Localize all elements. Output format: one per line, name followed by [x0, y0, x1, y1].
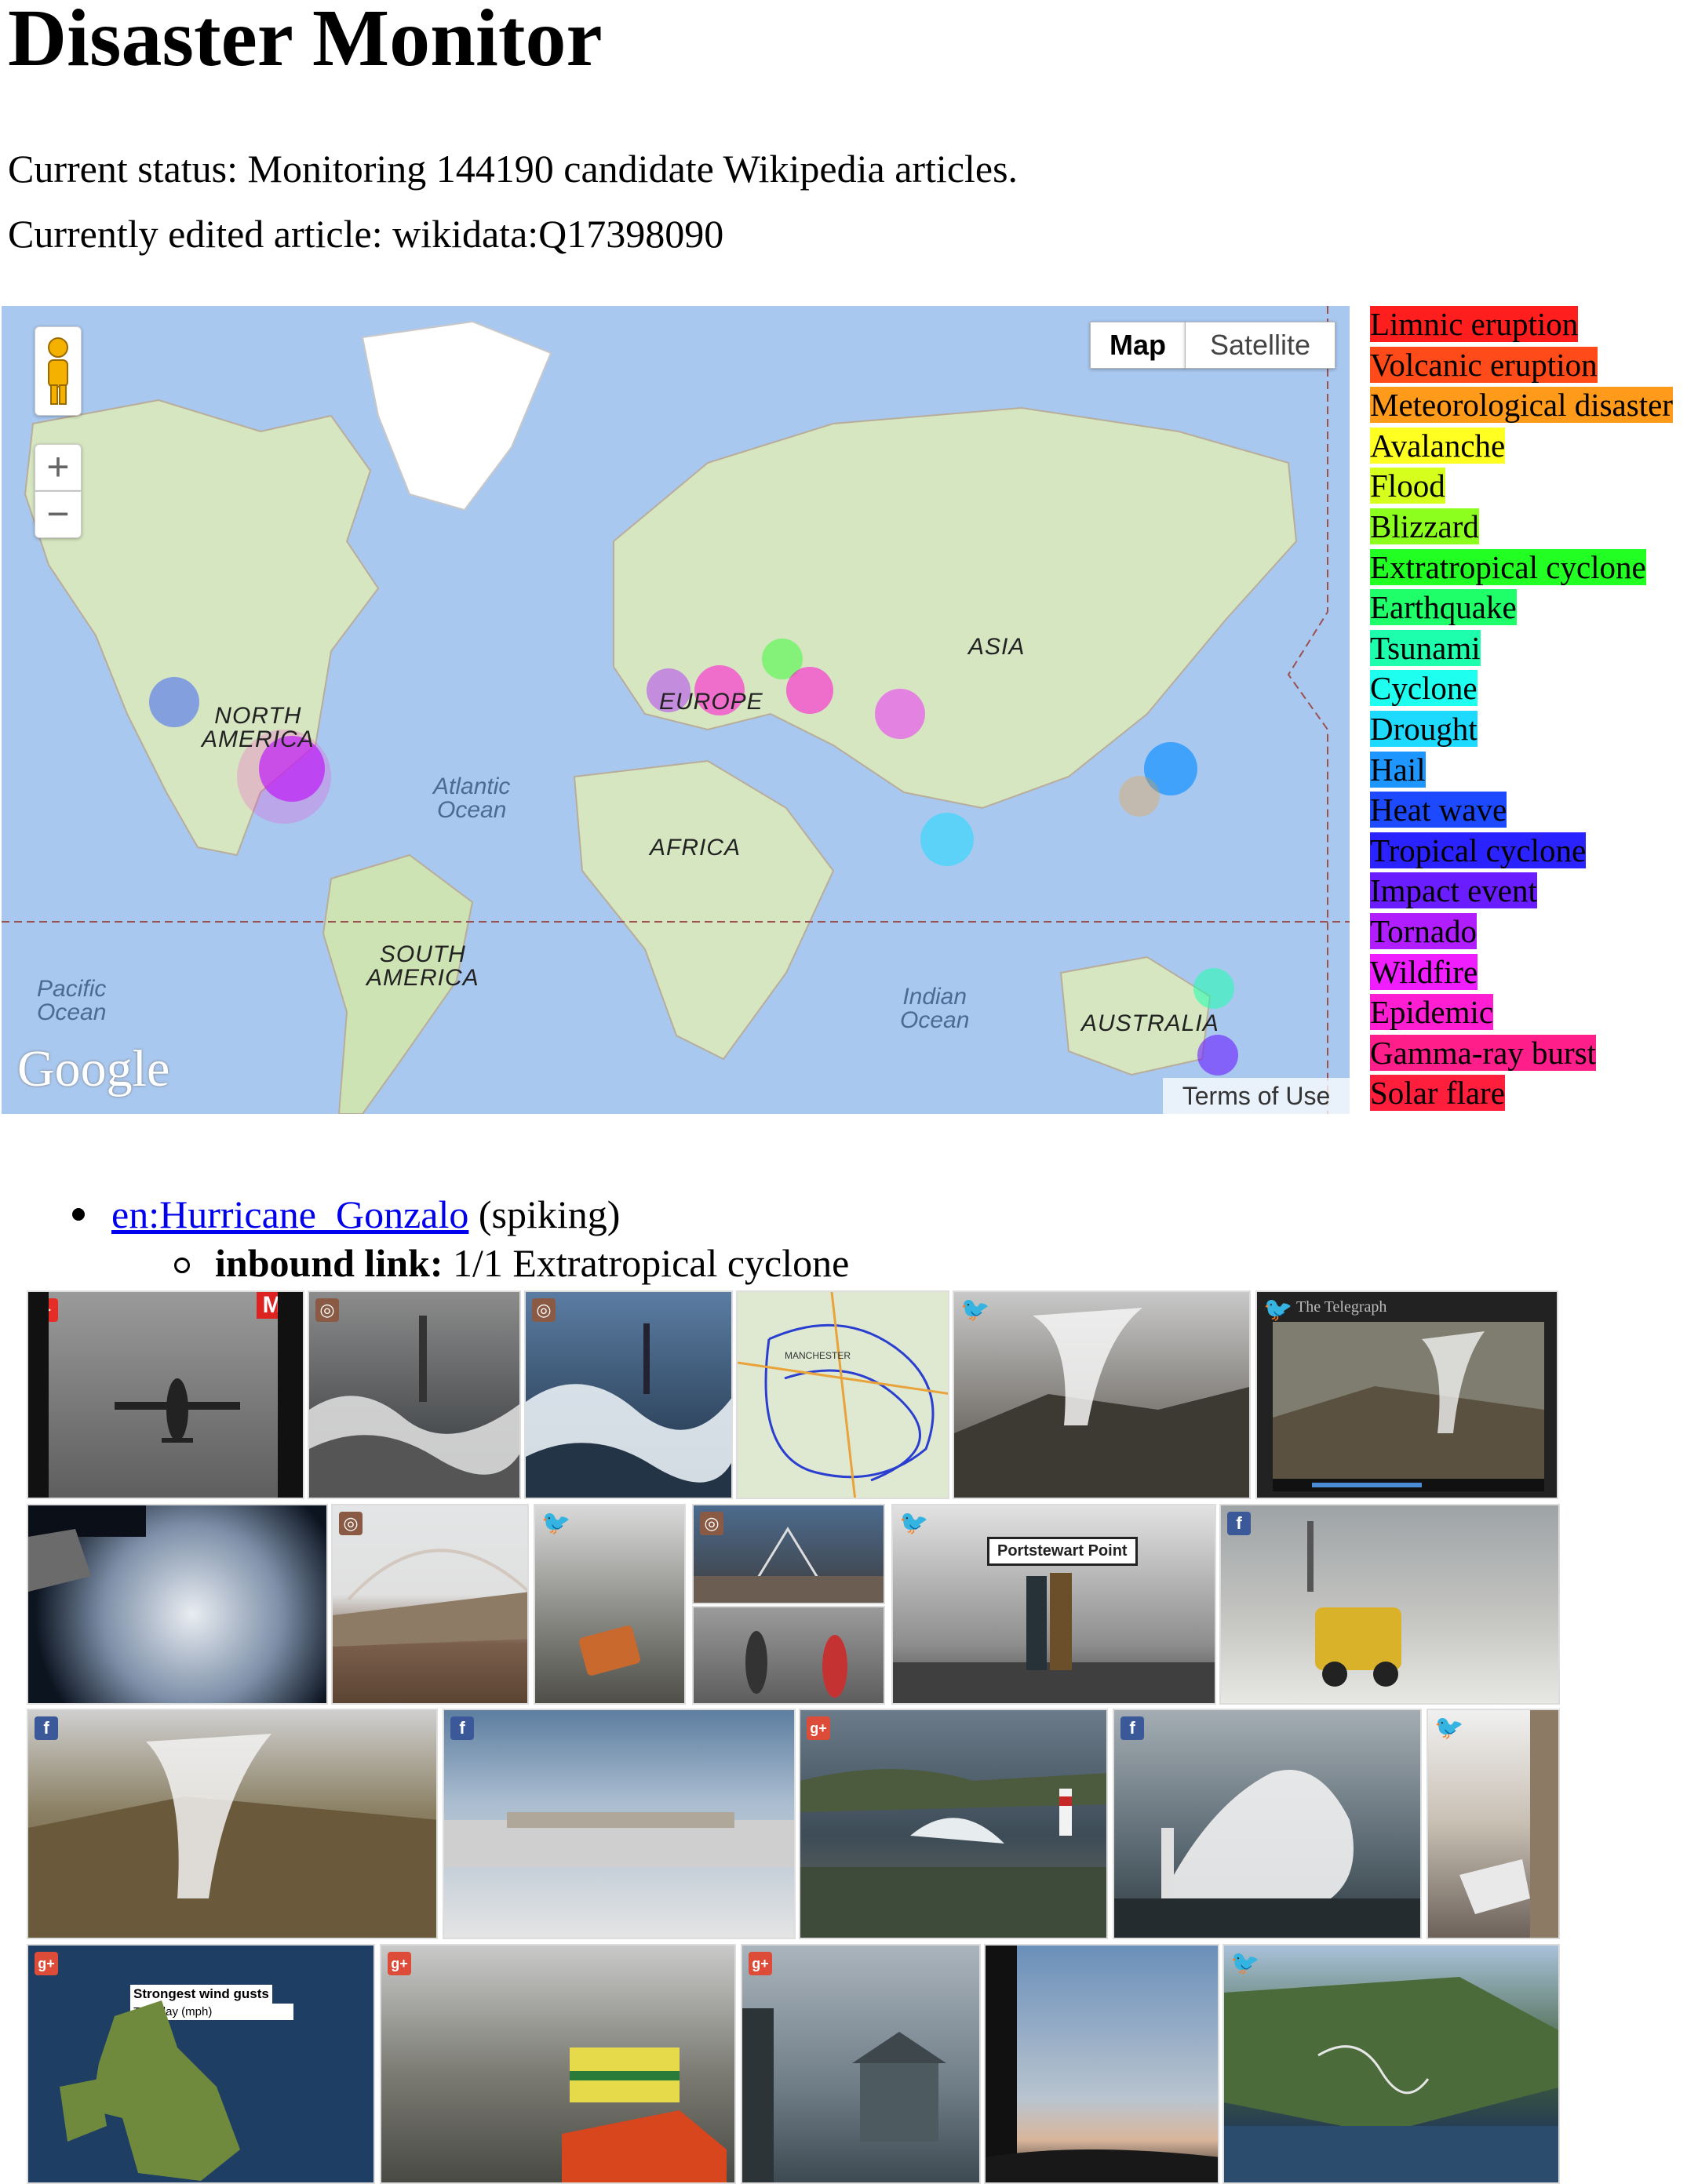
sublist-bullet	[174, 1258, 190, 1273]
legend-item: Gamma-ray burst	[1370, 1034, 1597, 1071]
label-europe: EUROPE	[659, 689, 763, 715]
legend-item: Limnic eruption	[1370, 306, 1579, 342]
world-map[interactable]: + − Map Satellite NORTH AMERICA SOUTH AM…	[2, 306, 1350, 1114]
label-africa: AFRICA	[650, 835, 742, 861]
legend-item: Solar flare	[1370, 1075, 1505, 1112]
legend-item: Drought	[1370, 711, 1478, 747]
legend-item: Wildfire	[1370, 953, 1478, 990]
media-thumbnail-evening-sky[interactable]: ◎	[984, 1944, 1219, 2184]
media-thumbnail-wind-gust-map[interactable]: g+ Strongest wind gusts Tuesday (mph)	[27, 1944, 375, 2184]
street-view-pegman-icon[interactable]	[35, 326, 82, 416]
legend-item: Epidemic	[1370, 994, 1494, 1031]
edited-article-line: Currently edited article: wikidata:Q1739…	[8, 212, 724, 256]
media-thumbnail-coastal-aerial[interactable]: 🐦	[1222, 1944, 1560, 2184]
media-thumbnail-hurricane-from-space[interactable]: f	[27, 1504, 328, 1705]
inbound-label: inbound link:	[215, 1241, 443, 1285]
terms-of-use-link[interactable]: Terms of Use	[1163, 1078, 1350, 1114]
media-thumbnail-waves-tower-2[interactable]: ◎	[524, 1290, 733, 1499]
media-thumbnail-people-in-wind[interactable]	[692, 1606, 885, 1705]
label-australia: AUSTRALIA	[1081, 1010, 1219, 1036]
status-line: Current status: Monitoring 144190 candid…	[8, 147, 1018, 191]
media-thumbnail-telegraph-video[interactable]: 🐦 The Telegraph	[1255, 1290, 1558, 1499]
media-thumbnail-harbour-lighthouse[interactable]: g+	[799, 1709, 1108, 1939]
google-logo: Google	[17, 1040, 170, 1097]
svg-text:MANCHESTER: MANCHESTER	[785, 1350, 851, 1361]
article-state: (spiking)	[468, 1192, 621, 1236]
legend-item: Earthquake	[1370, 589, 1517, 626]
label-indian-ocean: Indian Ocean	[900, 984, 970, 1033]
media-thumbnail-garden-chairs[interactable]: 🐦	[1427, 1709, 1560, 1939]
legend-item: Tsunami	[1370, 629, 1481, 666]
legend-item: Cyclone	[1370, 670, 1478, 707]
legend-item: Tornado	[1370, 913, 1478, 949]
label-south-america: SOUTH AMERICA	[366, 941, 479, 991]
media-thumbnail-damaged-structure[interactable]: ◎	[692, 1504, 885, 1604]
article-item: en:Hurricane_Gonzalo (spiking)	[111, 1191, 620, 1238]
zoom-in-button[interactable]: +	[35, 444, 82, 491]
map-type-satellite-button[interactable]: Satellite	[1185, 322, 1335, 369]
legend-item: Extratropical cyclone	[1370, 548, 1646, 585]
label-asia: ASIA	[968, 634, 1026, 660]
media-thumbnail-emergency-vehicles[interactable]: g+	[380, 1944, 736, 2184]
list-bullet	[72, 1208, 85, 1221]
media-thumbnail-waves-tower[interactable]: ◎	[308, 1290, 521, 1499]
media-thumbnail-yellow-vehicle[interactable]: f	[1219, 1504, 1560, 1705]
legend-item: Blizzard	[1370, 508, 1479, 544]
label-north-america: NORTH AMERICA	[202, 703, 315, 752]
label-pacific-ocean: Pacific Ocean	[37, 976, 107, 1025]
media-thumbnail-flight-map[interactable]: ◎ MANCHESTER	[736, 1290, 949, 1499]
inbound-value: 1/1 Extratropical cyclone	[443, 1241, 850, 1285]
map-type-map-button[interactable]: Map	[1090, 322, 1186, 369]
legend-item: Tropical cyclone	[1370, 832, 1587, 868]
legend-item: Heat wave	[1370, 792, 1507, 828]
legend-item: Flood	[1370, 468, 1445, 504]
legend-item: Hail	[1370, 751, 1426, 788]
media-thumbnail-fallen-bin[interactable]: 🐦	[534, 1504, 686, 1705]
inbound-link-item: inbound link: 1/1 Extratropical cyclone	[215, 1239, 849, 1287]
media-thumbnail-plane[interactable]: ▶ Mi	[27, 1290, 304, 1499]
legend-item: Avalanche	[1370, 427, 1506, 464]
page-title: Disaster Monitor	[8, 0, 603, 83]
media-thumbnail-rainbow-barn[interactable]: ◎	[331, 1504, 529, 1705]
article-link[interactable]: en:Hurricane_Gonzalo	[111, 1192, 468, 1236]
media-thumbnail-portstewart-sign[interactable]: 🐦 Portstewart Point	[891, 1504, 1216, 1705]
legend-item: Meteorological disaster	[1370, 387, 1673, 424]
legend-item: Impact event	[1370, 872, 1537, 909]
zoom-out-button[interactable]: −	[35, 491, 82, 538]
media-thumbnail-wave-lighthouse[interactable]: f	[1113, 1709, 1422, 1939]
media-thumbnail-reverse-waterfall[interactable]: f	[27, 1709, 438, 1939]
media-thumbnail-seafront-shelters[interactable]: g+	[741, 1944, 981, 2184]
media-thumbnail-waterfall[interactable]: 🐦	[953, 1290, 1251, 1499]
legend-item: Volcanic eruption	[1370, 346, 1598, 383]
label-atlantic-ocean: Atlantic Ocean	[433, 774, 511, 823]
media-thumbnail-roof-blur[interactable]: f	[443, 1709, 796, 1939]
